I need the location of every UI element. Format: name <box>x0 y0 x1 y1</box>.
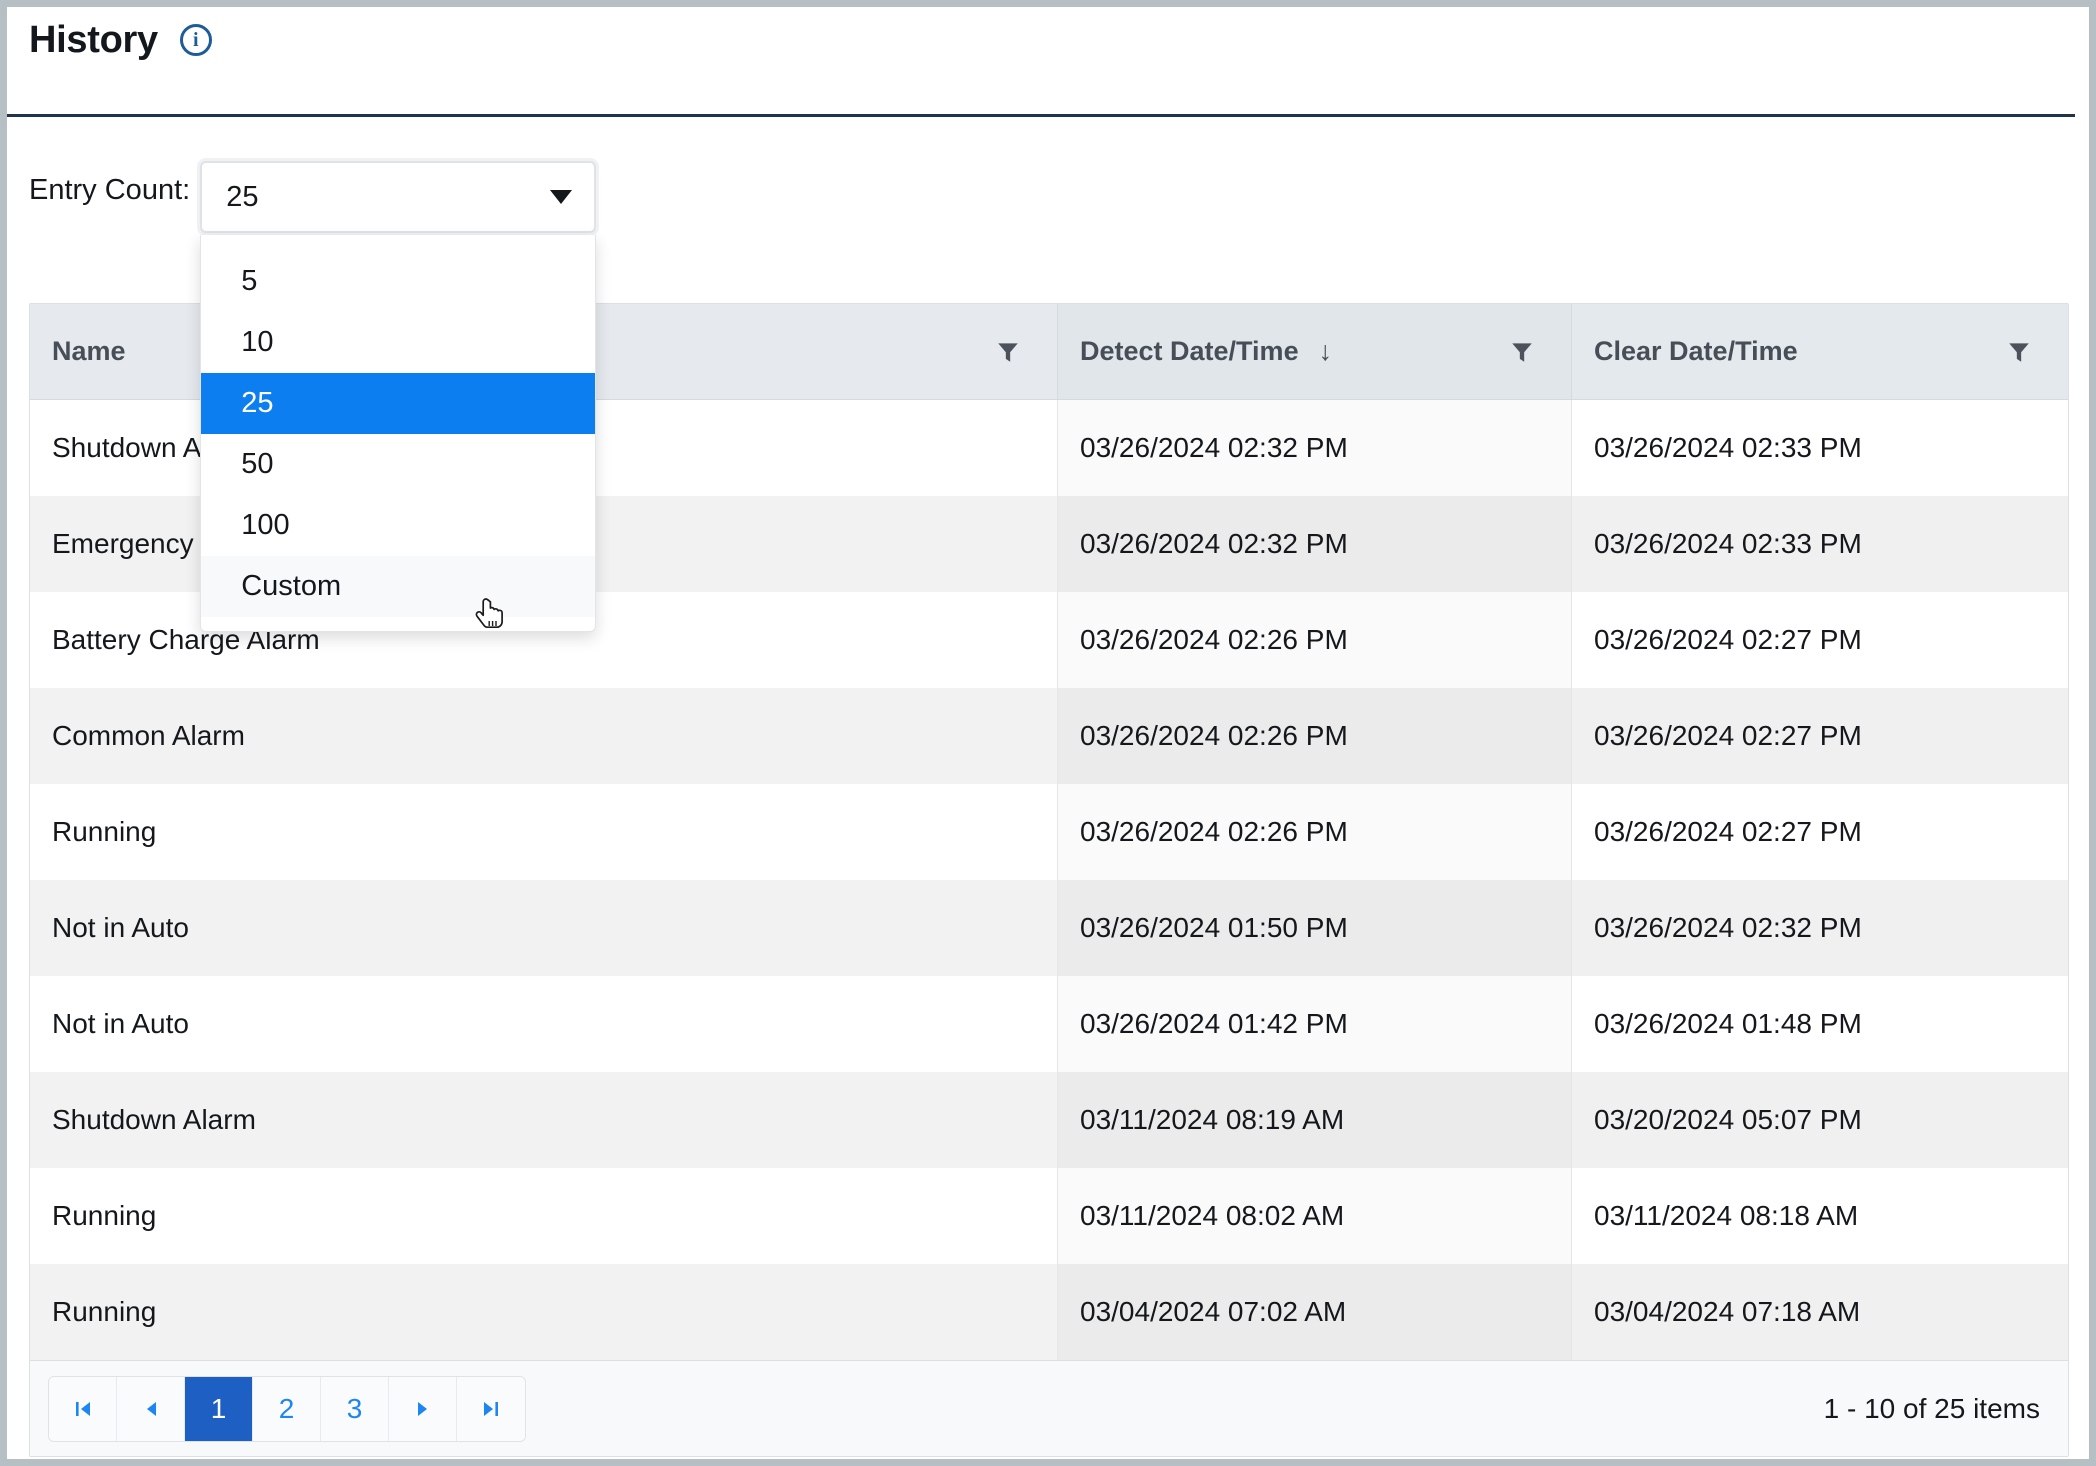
entry-count-select-wrap: 25 5 10 25 50 100 Custom <box>200 161 596 233</box>
entry-count-select[interactable]: 25 <box>200 161 596 233</box>
cell-name: Common Alarm <box>30 688 1058 784</box>
cell-name: Not in Auto <box>30 976 1058 1072</box>
filter-funnel-icon[interactable] <box>1509 339 1535 365</box>
entry-count-dropdown-menu: 5 10 25 50 100 Custom <box>200 235 596 632</box>
page-header: History i <box>7 7 2075 117</box>
page-title-row: History i <box>29 21 2075 59</box>
cell-detect: 03/04/2024 07:02 AM <box>1058 1264 1572 1360</box>
first-page-button[interactable] <box>49 1377 117 1441</box>
cell-name: Running <box>30 1264 1058 1360</box>
cell-clear: 03/26/2024 02:27 PM <box>1572 688 2068 784</box>
cell-clear: 03/26/2024 01:48 PM <box>1572 976 2068 1072</box>
entry-count-selected-value: 25 <box>226 181 258 214</box>
table-row[interactable]: Running 03/26/2024 02:26 PM 03/26/2024 0… <box>30 784 2068 880</box>
filter-funnel-icon[interactable] <box>995 339 1021 365</box>
column-header-name-label: Name <box>52 336 126 367</box>
cell-detect: 03/11/2024 08:02 AM <box>1058 1168 1572 1264</box>
cell-clear: 03/26/2024 02:27 PM <box>1572 784 2068 880</box>
grid-pager: 1 2 3 1 - 10 of 25 items <box>30 1360 2068 1456</box>
column-header-detect-datetime-label: Detect Date/Time <box>1080 336 1299 367</box>
cell-name: Running <box>30 784 1058 880</box>
table-row[interactable]: Not in Auto 03/26/2024 01:42 PM 03/26/20… <box>30 976 2068 1072</box>
entry-count-label: Entry Count: <box>29 161 190 219</box>
first-page-icon <box>71 1397 95 1421</box>
page-3-button[interactable]: 3 <box>321 1377 389 1441</box>
page-2-button[interactable]: 2 <box>253 1377 321 1441</box>
history-page: History i Entry Count: 25 5 10 25 50 100… <box>7 7 2089 1459</box>
cell-clear: 03/20/2024 05:07 PM <box>1572 1072 2068 1168</box>
next-page-button[interactable] <box>389 1377 457 1441</box>
filter-funnel-icon[interactable] <box>2006 339 2032 365</box>
cell-clear: 03/04/2024 07:18 AM <box>1572 1264 2068 1360</box>
cell-clear: 03/26/2024 02:33 PM <box>1572 496 2068 592</box>
entry-count-option-10[interactable]: 10 <box>201 312 595 373</box>
cell-detect: 03/26/2024 01:42 PM <box>1058 976 1572 1072</box>
info-circle-icon[interactable]: i <box>180 24 212 56</box>
table-row[interactable]: Shutdown Alarm 03/11/2024 08:19 AM 03/20… <box>30 1072 2068 1168</box>
cell-detect: 03/26/2024 02:26 PM <box>1058 784 1572 880</box>
cell-detect: 03/26/2024 01:50 PM <box>1058 880 1572 976</box>
entry-count-toolbar: Entry Count: 25 5 10 25 50 100 Custom <box>7 117 2089 239</box>
chevron-down-icon <box>550 190 572 204</box>
table-row[interactable]: Running 03/11/2024 08:02 AM 03/11/2024 0… <box>30 1168 2068 1264</box>
entry-count-option-custom[interactable]: Custom <box>201 556 595 617</box>
cell-name: Running <box>30 1168 1058 1264</box>
prev-page-icon <box>139 1397 163 1421</box>
cell-detect: 03/26/2024 02:26 PM <box>1058 592 1572 688</box>
entry-count-option-5[interactable]: 5 <box>201 251 595 312</box>
table-row[interactable]: Running 03/04/2024 07:02 AM 03/04/2024 0… <box>30 1264 2068 1360</box>
last-page-icon <box>479 1397 503 1421</box>
cell-name: Shutdown Alarm <box>30 1072 1058 1168</box>
cell-name: Not in Auto <box>30 880 1058 976</box>
entry-count-option-50[interactable]: 50 <box>201 434 595 495</box>
cell-clear: 03/26/2024 02:32 PM <box>1572 880 2068 976</box>
cell-clear: 03/11/2024 08:18 AM <box>1572 1168 2068 1264</box>
column-header-detect-datetime[interactable]: Detect Date/Time ↓ <box>1058 304 1572 399</box>
cell-clear: 03/26/2024 02:27 PM <box>1572 592 2068 688</box>
table-row[interactable]: Not in Auto 03/26/2024 01:50 PM 03/26/20… <box>30 880 2068 976</box>
last-page-button[interactable] <box>457 1377 525 1441</box>
entry-count-option-25[interactable]: 25 <box>201 373 595 434</box>
cell-detect: 03/26/2024 02:32 PM <box>1058 496 1572 592</box>
entry-count-option-100[interactable]: 100 <box>201 495 595 556</box>
next-page-icon <box>411 1397 435 1421</box>
cell-detect: 03/26/2024 02:32 PM <box>1058 400 1572 496</box>
column-header-clear-datetime[interactable]: Clear Date/Time <box>1572 304 2068 399</box>
cell-clear: 03/26/2024 02:33 PM <box>1572 400 2068 496</box>
column-header-clear-datetime-label: Clear Date/Time <box>1594 336 1798 367</box>
cell-detect: 03/26/2024 02:26 PM <box>1058 688 1572 784</box>
prev-page-button[interactable] <box>117 1377 185 1441</box>
table-row[interactable]: Common Alarm 03/26/2024 02:26 PM 03/26/2… <box>30 688 2068 784</box>
page-title: History <box>29 21 158 59</box>
cell-detect: 03/11/2024 08:19 AM <box>1058 1072 1572 1168</box>
pager-button-group: 1 2 3 <box>48 1376 526 1442</box>
sort-descending-icon[interactable]: ↓ <box>1319 338 1333 365</box>
page-1-button[interactable]: 1 <box>185 1377 253 1441</box>
pager-item-range: 1 - 10 of 25 items <box>1824 1393 2040 1425</box>
